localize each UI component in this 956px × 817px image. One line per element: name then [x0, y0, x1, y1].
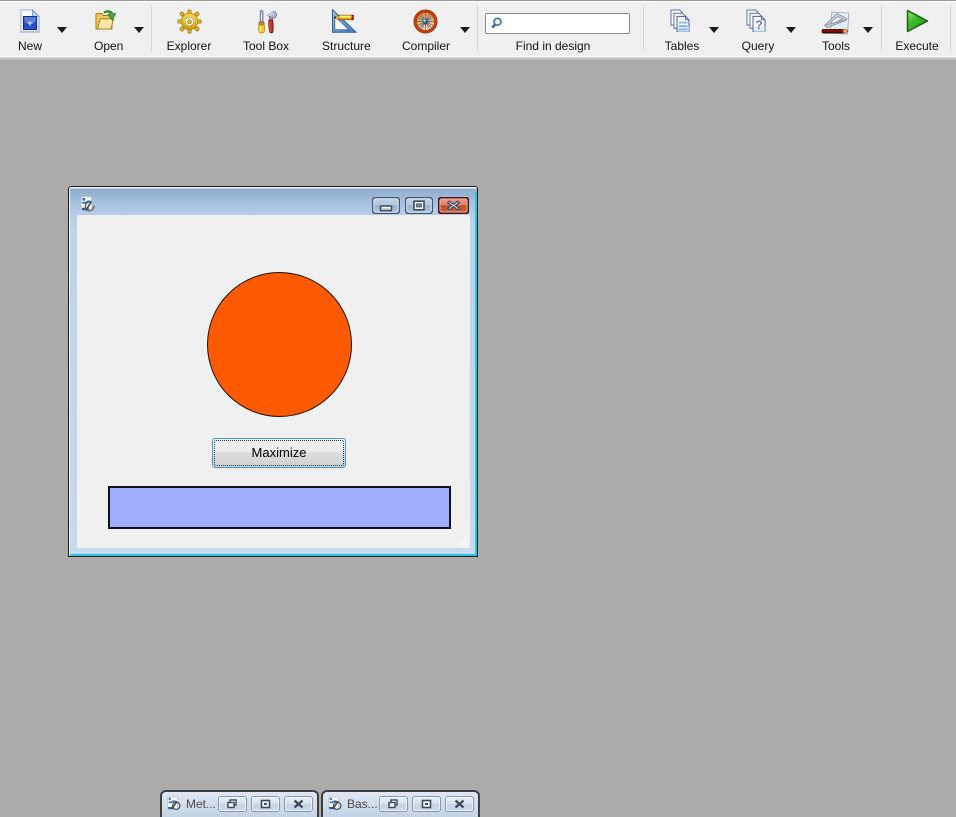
svg-text:?: ?: [755, 18, 762, 32]
